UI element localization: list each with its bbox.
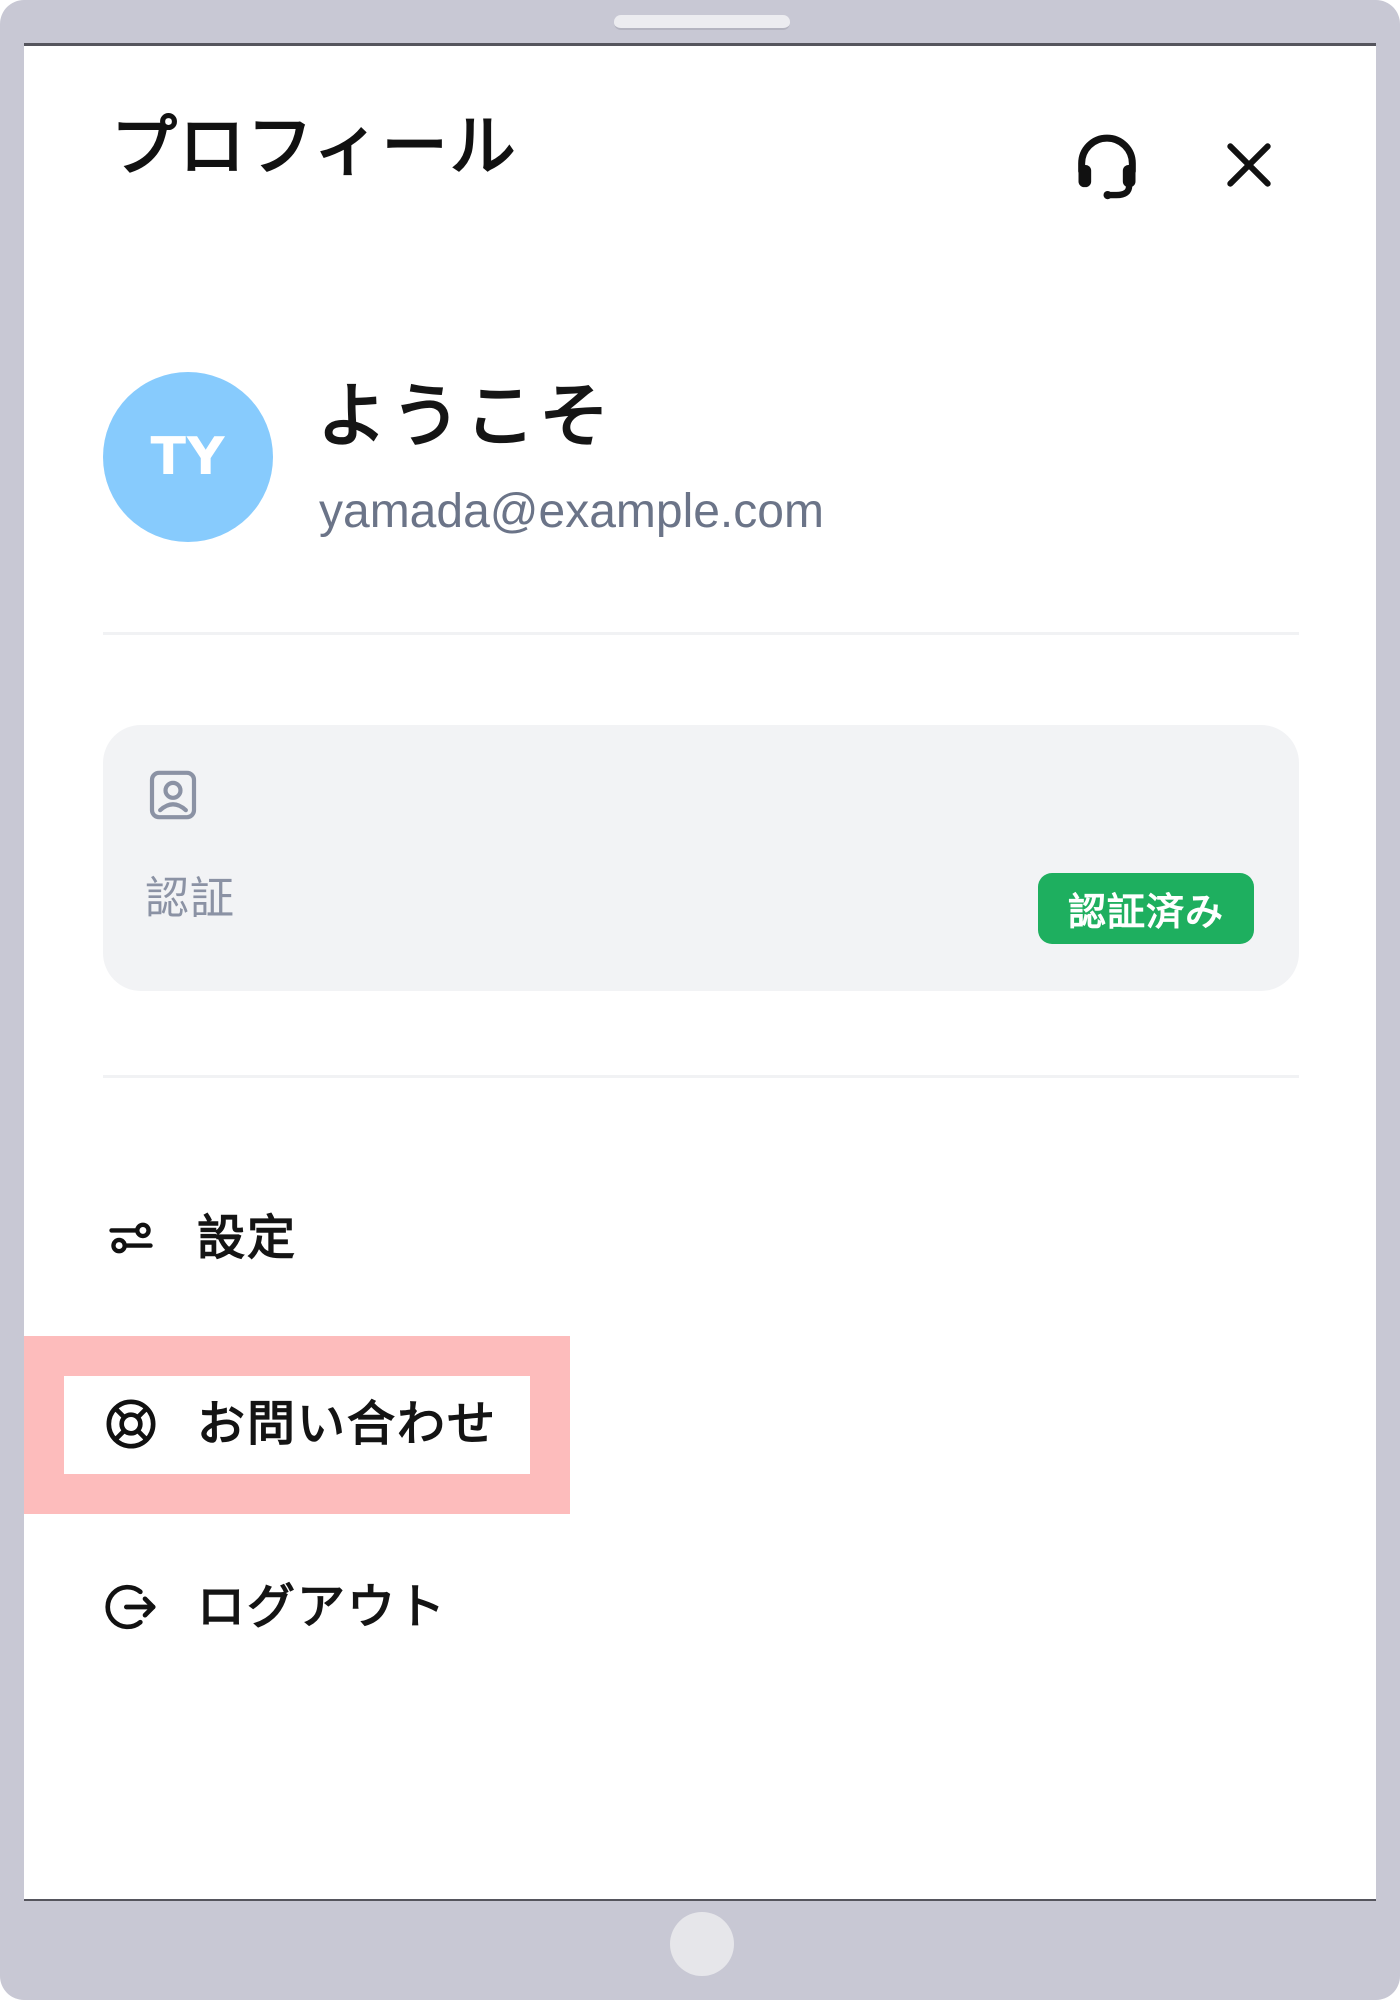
lifebuoy-icon — [103, 1396, 159, 1452]
avatar: TY — [103, 372, 273, 542]
tablet-frame: プロフィール TY ようこそ yamada@example.com 認証 認証済… — [0, 0, 1400, 2000]
menu-item-logout[interactable]: ログアウト — [103, 1567, 447, 1647]
support-button[interactable] — [1064, 122, 1150, 208]
welcome-heading: ようこそ — [317, 375, 613, 457]
profile-panel: プロフィール TY ようこそ yamada@example.com 認証 認証済… — [24, 43, 1376, 1901]
speaker-grille — [614, 15, 790, 30]
divider — [103, 1075, 1299, 1078]
menu-item-contact[interactable]: お問い合わせ — [103, 1384, 497, 1464]
verification-card[interactable]: 認証 認証済み — [103, 725, 1299, 991]
close-icon — [1227, 143, 1271, 187]
divider — [103, 632, 1299, 635]
user-email: yamada@example.com — [319, 485, 824, 538]
close-button[interactable] — [1204, 122, 1294, 208]
settings-sliders-icon — [103, 1210, 159, 1266]
menu-label-logout: ログアウト — [197, 1579, 448, 1635]
id-card-icon — [149, 770, 197, 820]
home-button[interactable] — [670, 1912, 734, 1976]
menu-label-settings: 設定 — [197, 1210, 298, 1266]
menu-label-contact: お問い合わせ — [197, 1396, 498, 1452]
headset-icon — [1078, 134, 1136, 200]
logout-icon — [103, 1579, 159, 1635]
menu-item-settings[interactable]: 設定 — [103, 1198, 297, 1278]
verified-status-badge: 認証済み — [1038, 873, 1254, 944]
verification-label: 認証 — [145, 873, 235, 924]
page-title: プロフィール — [111, 108, 518, 185]
